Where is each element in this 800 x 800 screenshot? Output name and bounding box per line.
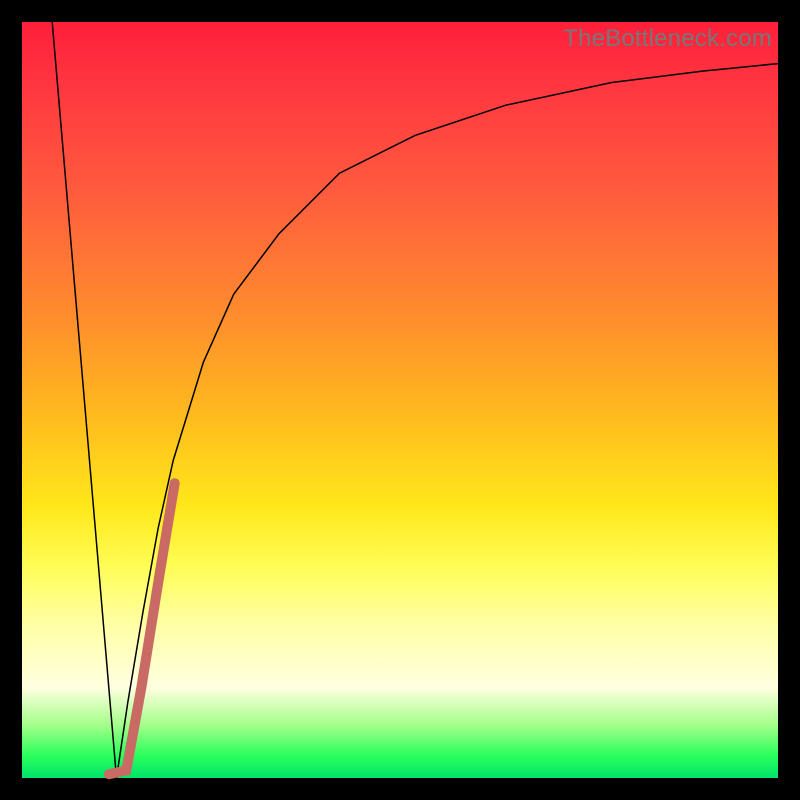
- series-highlight-stub: [109, 483, 175, 774]
- series-ascent-curve: [117, 64, 779, 778]
- chart-svg: [22, 22, 778, 778]
- chart-frame: TheBottleneck.com: [0, 0, 800, 800]
- series-descent: [52, 22, 116, 778]
- plot-area: TheBottleneck.com: [22, 22, 778, 778]
